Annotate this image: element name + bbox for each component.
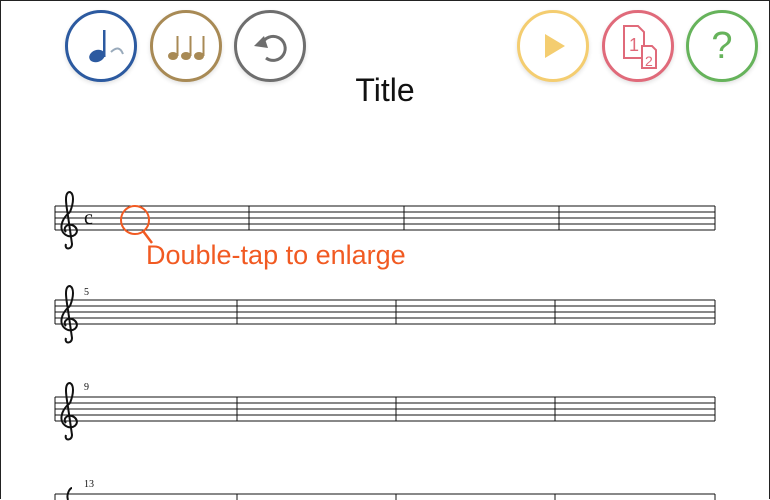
measure-number: 5	[84, 287, 89, 298]
time-signature: c	[84, 207, 93, 229]
staff-system-3[interactable]: 9	[54, 382, 716, 441]
staff-system-4[interactable]: 13	[54, 479, 716, 500]
staff-system-2[interactable]: 5	[54, 285, 716, 344]
double-tap-hint: Double-tap to enlarge	[146, 240, 406, 270]
treble-clef-icon	[60, 191, 78, 250]
treble-clef-icon	[60, 382, 78, 441]
measure-number: 13	[84, 479, 94, 490]
measure-number: 9	[84, 382, 89, 393]
treble-clef-icon	[60, 285, 78, 344]
